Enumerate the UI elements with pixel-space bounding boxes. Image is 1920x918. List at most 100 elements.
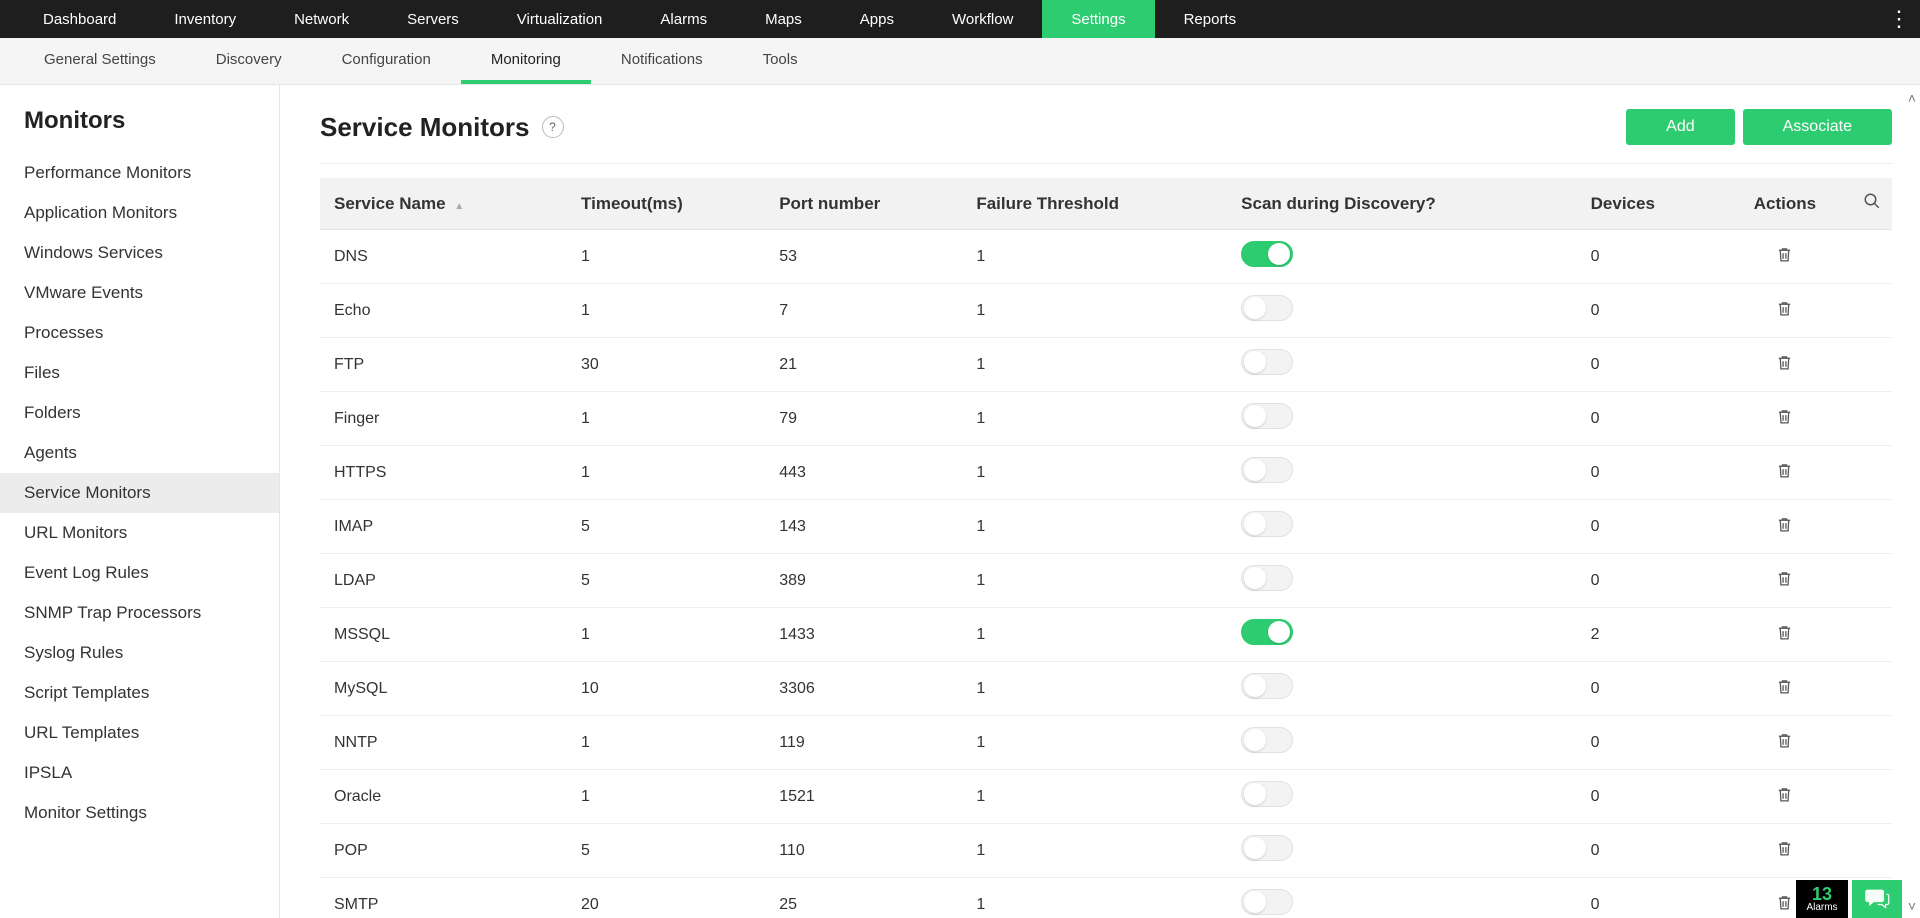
topnav-tab-apps[interactable]: Apps — [831, 0, 923, 38]
delete-icon[interactable] — [1776, 840, 1793, 857]
col-scan[interactable]: Scan during Discovery? — [1231, 178, 1580, 230]
cell-devices: 0 — [1581, 446, 1718, 500]
col-port[interactable]: Port number — [769, 178, 966, 230]
subnav-tab-discovery[interactable]: Discovery — [186, 39, 312, 84]
sidebar-item-files[interactable]: Files — [0, 353, 279, 393]
sidebar-item-vmware-events[interactable]: VMware Events — [0, 273, 279, 313]
sidebar-item-event-log-rules[interactable]: Event Log Rules — [0, 553, 279, 593]
topnav-tab-workflow[interactable]: Workflow — [923, 0, 1042, 38]
sidebar-item-script-templates[interactable]: Script Templates — [0, 673, 279, 713]
scan-toggle[interactable] — [1241, 619, 1293, 645]
sidebar-item-service-monitors[interactable]: Service Monitors — [0, 473, 279, 513]
alarms-badge[interactable]: 13 Alarms — [1796, 880, 1848, 918]
scan-toggle[interactable] — [1241, 295, 1293, 321]
scan-toggle[interactable] — [1241, 835, 1293, 861]
subnav-tab-general-settings[interactable]: General Settings — [14, 39, 186, 84]
scan-toggle[interactable] — [1241, 241, 1293, 267]
sidebar-item-snmp-trap-processors[interactable]: SNMP Trap Processors — [0, 593, 279, 633]
cell-service-name[interactable]: Oracle — [320, 770, 571, 824]
help-icon[interactable]: ? — [542, 116, 564, 138]
cell-service-name[interactable]: LDAP — [320, 554, 571, 608]
kebab-menu-icon[interactable]: ⋮ — [1888, 6, 1910, 32]
sidebar-item-url-monitors[interactable]: URL Monitors — [0, 513, 279, 553]
add-button[interactable]: Add — [1626, 109, 1734, 145]
delete-icon[interactable] — [1776, 354, 1793, 371]
sidebar-item-application-monitors[interactable]: Application Monitors — [0, 193, 279, 233]
scan-toggle[interactable] — [1241, 565, 1293, 591]
scan-toggle[interactable] — [1241, 349, 1293, 375]
chat-button[interactable] — [1852, 880, 1902, 918]
cell-spacer — [1852, 446, 1892, 500]
scan-toggle[interactable] — [1241, 727, 1293, 753]
cell-service-name[interactable]: NNTP — [320, 716, 571, 770]
sidebar-item-monitor-settings[interactable]: Monitor Settings — [0, 793, 279, 833]
delete-icon[interactable] — [1776, 408, 1793, 425]
cell-timeout: 5 — [571, 500, 769, 554]
cell-service-name[interactable]: HTTPS — [320, 446, 571, 500]
cell-service-name[interactable]: DNS — [320, 230, 571, 284]
delete-icon[interactable] — [1776, 516, 1793, 533]
associate-button[interactable]: Associate — [1743, 109, 1892, 145]
delete-icon[interactable] — [1776, 570, 1793, 587]
cell-service-name[interactable]: IMAP — [320, 500, 571, 554]
topnav-tab-alarms[interactable]: Alarms — [631, 0, 736, 38]
sidebar-item-agents[interactable]: Agents — [0, 433, 279, 473]
scan-toggle[interactable] — [1241, 403, 1293, 429]
topnav-tab-virtualization[interactable]: Virtualization — [488, 0, 632, 38]
cell-service-name[interactable]: SMTP — [320, 878, 571, 918]
topnav-tab-settings[interactable]: Settings — [1042, 0, 1154, 38]
cell-service-name[interactable]: MySQL — [320, 662, 571, 716]
cell-scan — [1231, 338, 1580, 392]
cell-scan — [1231, 500, 1580, 554]
delete-icon[interactable] — [1776, 624, 1793, 641]
subnav-tab-tools[interactable]: Tools — [733, 39, 828, 84]
cell-port: 7 — [769, 284, 966, 338]
col-failure[interactable]: Failure Threshold — [966, 178, 1231, 230]
table-row: FTP302110 — [320, 338, 1892, 392]
cell-service-name[interactable]: Echo — [320, 284, 571, 338]
col-timeout[interactable]: Timeout(ms) — [571, 178, 769, 230]
sidebar-item-windows-services[interactable]: Windows Services — [0, 233, 279, 273]
cell-service-name[interactable]: FTP — [320, 338, 571, 392]
delete-icon[interactable] — [1776, 462, 1793, 479]
cell-service-name[interactable]: Finger — [320, 392, 571, 446]
cell-failure: 1 — [966, 554, 1231, 608]
sidebar-item-processes[interactable]: Processes — [0, 313, 279, 353]
delete-icon[interactable] — [1776, 678, 1793, 695]
cell-spacer — [1852, 824, 1892, 878]
cell-service-name[interactable]: MSSQL — [320, 608, 571, 662]
sidebar-item-syslog-rules[interactable]: Syslog Rules — [0, 633, 279, 673]
sidebar-item-performance-monitors[interactable]: Performance Monitors — [0, 153, 279, 193]
cell-service-name[interactable]: POP — [320, 824, 571, 878]
topnav-tab-reports[interactable]: Reports — [1155, 0, 1266, 38]
cell-scan — [1231, 554, 1580, 608]
delete-icon[interactable] — [1776, 894, 1793, 911]
subnav-tab-monitoring[interactable]: Monitoring — [461, 39, 591, 84]
scan-toggle[interactable] — [1241, 889, 1293, 915]
delete-icon[interactable] — [1776, 732, 1793, 749]
delete-icon[interactable] — [1776, 786, 1793, 803]
subnav-tab-notifications[interactable]: Notifications — [591, 39, 733, 84]
scroll-up-icon[interactable]: ˄ — [1908, 90, 1916, 106]
scroll-down-icon[interactable]: ˅ — [1908, 898, 1916, 914]
scan-toggle[interactable] — [1241, 781, 1293, 807]
topnav-tab-maps[interactable]: Maps — [736, 0, 831, 38]
subnav-tab-configuration[interactable]: Configuration — [312, 39, 461, 84]
topnav-tab-network[interactable]: Network — [265, 0, 378, 38]
col-search — [1852, 178, 1892, 230]
delete-icon[interactable] — [1776, 300, 1793, 317]
search-icon[interactable] — [1863, 194, 1881, 214]
sidebar-item-folders[interactable]: Folders — [0, 393, 279, 433]
cell-scan — [1231, 878, 1580, 918]
sidebar-item-url-templates[interactable]: URL Templates — [0, 713, 279, 753]
col-service-name[interactable]: Service Name ▲ — [320, 178, 571, 230]
scan-toggle[interactable] — [1241, 673, 1293, 699]
scan-toggle[interactable] — [1241, 457, 1293, 483]
topnav-tab-servers[interactable]: Servers — [378, 0, 488, 38]
topnav-tab-dashboard[interactable]: Dashboard — [14, 0, 145, 38]
topnav-tab-inventory[interactable]: Inventory — [145, 0, 265, 38]
sidebar-item-ipsla[interactable]: IPSLA — [0, 753, 279, 793]
delete-icon[interactable] — [1776, 246, 1793, 263]
scan-toggle[interactable] — [1241, 511, 1293, 537]
col-devices[interactable]: Devices — [1581, 178, 1718, 230]
